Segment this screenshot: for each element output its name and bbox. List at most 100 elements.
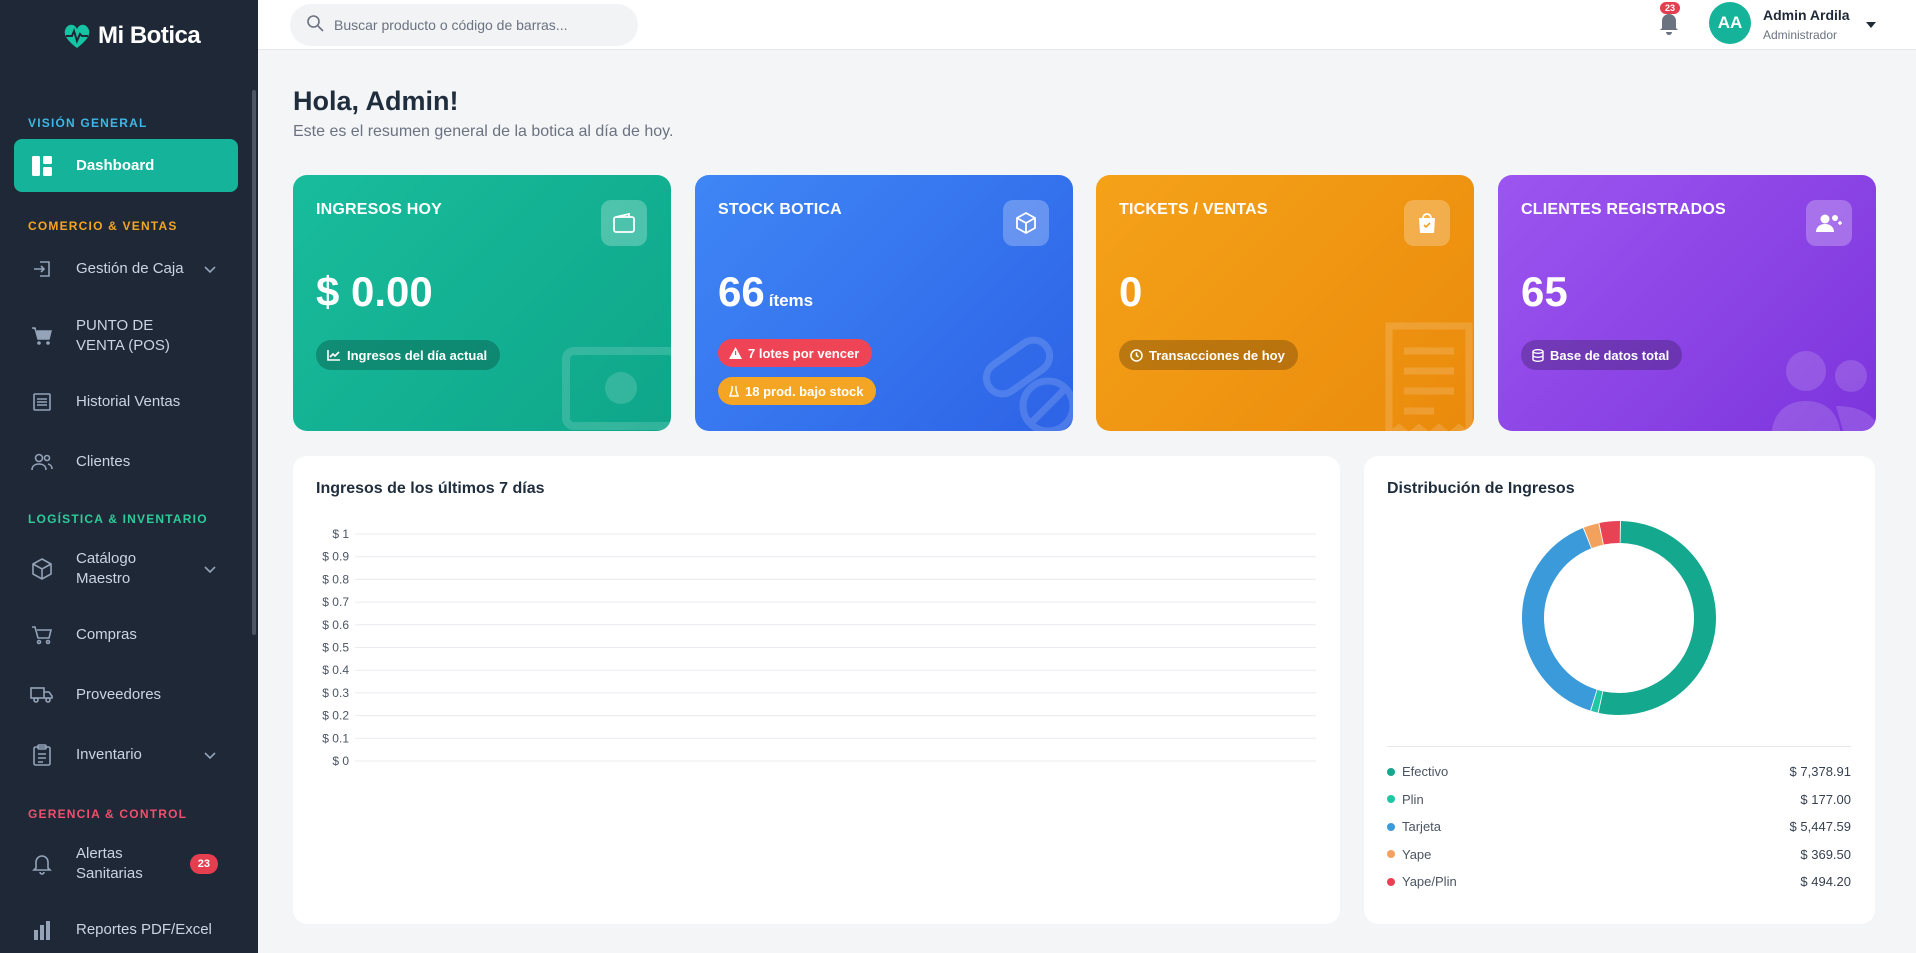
sidebar-item-clients[interactable]: Clientes: [14, 450, 238, 474]
y-tick-label: $ 0.1: [322, 731, 349, 745]
section-management-label: GERENCIA & CONTROL: [28, 807, 188, 821]
distribution-panel: Distribución de Ingresos Efectivo $ 7,378…: [1364, 456, 1875, 924]
brand-logo[interactable]: Mi Botica: [62, 22, 201, 50]
bar-chart-icon: [30, 918, 54, 942]
sidebar-item-cash[interactable]: Gestión de Caja: [14, 257, 238, 281]
sidebar-item-alerts[interactable]: Alertas Sanitarias 23: [14, 842, 238, 886]
card-tickets[interactable]: TICKETS / VENTAS 0 Transacciones de hoy: [1096, 175, 1474, 431]
legend-row[interactable]: Yape/Plin $ 494.20: [1387, 874, 1851, 889]
legend-row[interactable]: Efectivo $ 7,378.91: [1387, 764, 1851, 779]
legend-value: $ 369.50: [1800, 846, 1851, 862]
sidebar-item-label: Historial Ventas: [76, 393, 181, 410]
legend-dot: [1387, 767, 1395, 776]
wallet-icon: [601, 200, 647, 246]
legend-row[interactable]: Yape $ 369.50: [1387, 847, 1851, 862]
y-tick-label: $ 0.5: [322, 641, 349, 655]
avatar[interactable]: AA: [1709, 2, 1751, 44]
section-commerce-label: COMERCIO & VENTAS: [28, 219, 178, 233]
legend-dot: [1387, 877, 1395, 886]
section-general: VISIÓN GENERAL: [28, 116, 147, 130]
card-clients[interactable]: CLIENTES REGISTRADOS 65 Base de datos to…: [1498, 175, 1876, 431]
donut-slice-tarjeta[interactable]: [1522, 527, 1597, 711]
sidebar-item-label: Proveedores: [76, 686, 162, 703]
page-title: Hola, Admin!: [293, 86, 459, 116]
legend-value: $ 177.00: [1800, 791, 1851, 807]
page-subtitle: Este es el resumen general de la botica …: [293, 123, 674, 140]
y-tick-label: $ 0.7: [322, 595, 349, 609]
sidebar-item-label: Alertas Sanitarias: [76, 845, 143, 882]
card-title: STOCK BOTICA: [718, 201, 842, 218]
sidebar-item-purchases[interactable]: Compras: [14, 623, 238, 647]
card-pill-label: 7 lotes por vencer: [748, 345, 860, 361]
donut-slice-yape[interactable]: [1583, 523, 1604, 549]
sidebar-item-label: Reportes PDF/Excel: [76, 921, 212, 938]
sidebar-item-label: Catálogo Maestro: [76, 550, 137, 587]
card-title: INGRESOS HOY: [316, 201, 442, 218]
shopping-cart-icon: [30, 623, 54, 647]
legend-value: $ 494.20: [1800, 874, 1851, 889]
flask-icon: [729, 386, 739, 397]
chevron-down-icon: [204, 261, 216, 278]
cart-icon: [30, 324, 54, 348]
card-value: 65: [1521, 268, 1568, 315]
notification-badge: 23: [1660, 2, 1681, 14]
sidebar-item-pos[interactable]: PUNTO DE VENTA (POS): [14, 314, 238, 358]
card-pill-expiring[interactable]: 7 lotes por vencer: [718, 339, 873, 367]
user-plus-icon: [1806, 200, 1852, 246]
card-pill: Ingresos del día actual: [316, 340, 501, 370]
distribution-donut-chart: [1522, 521, 1716, 715]
card-pill-label: Base de datos total: [1550, 347, 1670, 363]
sidebar-item-reports[interactable]: Reportes PDF/Excel: [14, 918, 238, 942]
sidebar-item-suppliers[interactable]: Proveedores: [14, 683, 238, 707]
income-chart-panel: Ingresos de los últimos 7 días $ 1 $ 0.9 $…: [293, 456, 1340, 924]
legend-value: $ 7,378.91: [1789, 764, 1851, 779]
user-name[interactable]: Admin Ardila: [1763, 7, 1850, 23]
legend-row[interactable]: Plin $ 177.00: [1387, 792, 1851, 807]
y-tick-label: $ 0.8: [322, 572, 349, 586]
sidebar-item-label: Clientes: [76, 453, 131, 470]
sidebar-scrollbar[interactable]: [252, 90, 256, 635]
donut-slice-efectivo[interactable]: [1598, 521, 1716, 715]
card-pill-label: 18 prod. bajo stock: [745, 383, 864, 399]
sidebar-item-label: Dashboard: [76, 156, 155, 174]
section-general-label: VISIÓN GENERAL: [28, 116, 148, 130]
receipt-list-icon: [30, 390, 54, 414]
legend-row[interactable]: Tarjeta $ 5,447.59: [1387, 819, 1851, 834]
sidebar-item-catalog[interactable]: Catálogo Maestro: [14, 547, 238, 591]
chart-title: Distribución de Ingresos: [1387, 480, 1575, 497]
card-value-number: 66: [718, 268, 765, 315]
y-tick-label: $ 0.9: [322, 550, 349, 564]
sidebar-item-inventory[interactable]: Inventario: [14, 743, 238, 767]
sidebar-item-label: Gestión de Caja: [76, 260, 184, 277]
legend-label: Yape/Plin: [1387, 874, 1457, 889]
card-value: 66 ítems: [718, 268, 813, 316]
sidebar-item-history[interactable]: Historial Ventas: [14, 390, 238, 414]
caret-down-icon[interactable]: [1866, 16, 1876, 34]
topbar: 23 AA Admin Ardila Administrador: [258, 0, 1916, 50]
clipboard-icon: [30, 743, 54, 767]
sidebar-item-label: Inventario: [76, 746, 142, 763]
section-logistics: LOGÍSTICA & INVENTARIO: [28, 512, 208, 526]
heart-pulse-icon: [64, 24, 90, 48]
search-box[interactable]: [290, 4, 638, 46]
sidebar-item-dashboard[interactable]: Dashboard: [14, 139, 238, 192]
card-title: TICKETS / VENTAS: [1119, 201, 1268, 218]
section-commerce: COMERCIO & VENTAS: [28, 219, 178, 233]
card-pill-low-stock[interactable]: 18 prod. bajo stock: [718, 377, 877, 405]
chevron-down-icon: [204, 747, 216, 764]
legend-label: Plin: [1387, 792, 1424, 807]
y-tick-label: $ 0.3: [322, 686, 349, 700]
notification-bell-icon[interactable]: [1658, 10, 1680, 41]
search-icon: [306, 14, 324, 37]
donut-slice-yape-plin[interactable]: [1599, 521, 1621, 545]
box-icon: [30, 557, 54, 581]
search-input[interactable]: [334, 17, 614, 33]
card-stock[interactable]: STOCK BOTICA 66 ítems 7 lotes por vencer …: [695, 175, 1073, 431]
card-income-today[interactable]: INGRESOS HOY $ 0.00 Ingresos del día act…: [293, 175, 671, 431]
card-value: 0: [1119, 268, 1143, 315]
truck-icon: [30, 683, 54, 707]
divider: [1387, 746, 1851, 747]
bell-icon: [30, 852, 54, 876]
donut-slice-plin[interactable]: [1591, 689, 1603, 713]
card-pill-label: Transacciones de hoy: [1149, 347, 1285, 363]
